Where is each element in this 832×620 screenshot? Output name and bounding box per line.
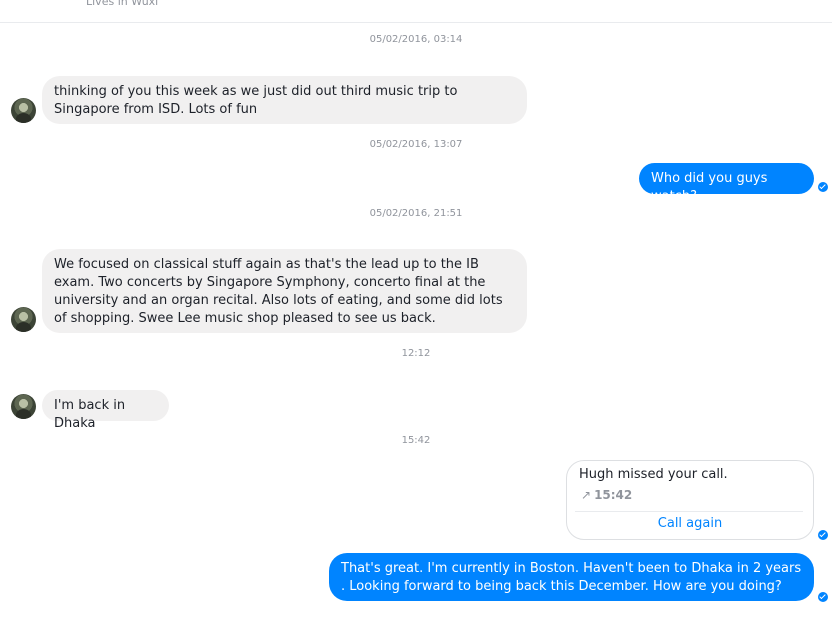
missed-call-time-value: 15:42 [594, 488, 633, 502]
timestamp: 05/02/2016, 21:51 [369, 208, 463, 219]
call-again-button[interactable]: Call again [567, 516, 813, 531]
missed-call-arrow-icon: ↗ [581, 488, 592, 502]
missed-call-card: Hugh missed your call. ↗ 15:42 Call again [566, 460, 814, 540]
header-divider [0, 22, 832, 23]
read-receipt-icon [818, 182, 828, 192]
timestamp: 05/02/2016, 03:14 [369, 34, 463, 45]
timestamp: 12:12 [401, 348, 431, 359]
avatar[interactable] [11, 307, 36, 332]
message-outgoing[interactable]: Who did you guys watch? [639, 163, 814, 204]
missed-call-divider [575, 511, 803, 512]
timestamp: 15:42 [401, 435, 431, 446]
avatar[interactable] [11, 98, 36, 123]
message-incoming[interactable]: We focused on classical stuff again as t… [42, 249, 527, 333]
message-incoming[interactable]: thinking of you this week as we just did… [42, 76, 527, 124]
timestamp: 05/02/2016, 13:07 [369, 139, 463, 150]
missed-call-time: ↗ 15:42 [581, 488, 632, 502]
message-outgoing[interactable]: That's great. I'm currently in Boston. H… [329, 553, 814, 601]
avatar[interactable] [11, 394, 36, 419]
profile-subtitle: Lives in Wuxi [86, 0, 159, 8]
read-receipt-icon [818, 530, 828, 540]
missed-call-title: Hugh missed your call. [579, 467, 728, 482]
message-incoming[interactable]: I'm back in Dhaka [42, 390, 169, 431]
read-receipt-icon [818, 592, 828, 602]
